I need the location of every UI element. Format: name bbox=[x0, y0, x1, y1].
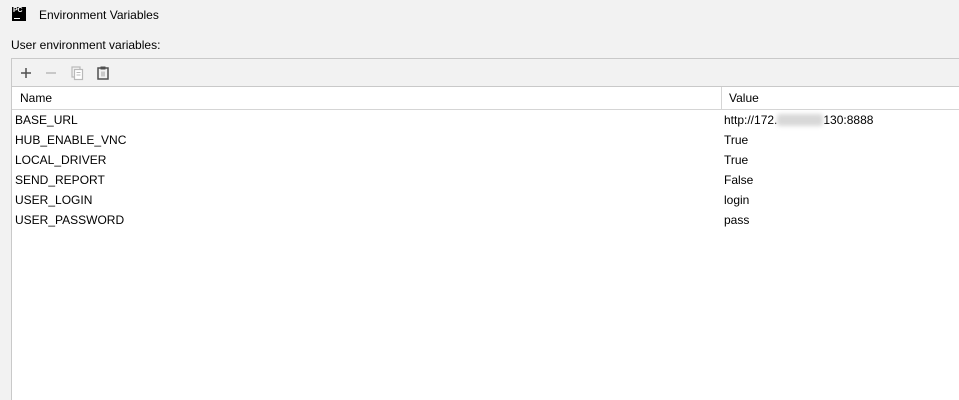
plus-icon bbox=[21, 68, 31, 78]
variable-name[interactable]: USER_LOGIN bbox=[15, 190, 92, 210]
variable-value[interactable]: True bbox=[724, 150, 748, 170]
variables-panel: Name Value BASE_URL http://172. 130:8888 … bbox=[11, 58, 959, 400]
pycharm-logo-icon: PC bbox=[12, 7, 26, 21]
variable-name[interactable]: BASE_URL bbox=[15, 110, 78, 130]
add-button[interactable] bbox=[16, 63, 36, 83]
environment-variables-dialog: PC Environment Variables User environmen… bbox=[0, 0, 959, 400]
table-row[interactable]: USER_PASSWORD pass bbox=[12, 210, 959, 230]
variables-table-body: BASE_URL http://172. 130:8888 HUB_ENABLE_… bbox=[12, 110, 959, 230]
paste-button[interactable] bbox=[93, 63, 113, 83]
section-label: User environment variables: bbox=[11, 38, 161, 52]
variable-name[interactable]: LOCAL_DRIVER bbox=[15, 150, 106, 170]
variable-value[interactable]: True bbox=[724, 130, 748, 150]
value-prefix: http://172. bbox=[724, 113, 778, 127]
table-row[interactable]: BASE_URL http://172. 130:8888 bbox=[12, 110, 959, 130]
copy-icon bbox=[71, 66, 84, 81]
minus-icon bbox=[46, 72, 56, 74]
value-suffix: 130:8888 bbox=[823, 113, 874, 127]
variable-name[interactable]: USER_PASSWORD bbox=[15, 210, 124, 230]
column-divider[interactable] bbox=[721, 87, 722, 109]
column-header-value[interactable]: Value bbox=[729, 87, 759, 109]
table-row[interactable]: LOCAL_DRIVER True bbox=[12, 150, 959, 170]
redacted-blur bbox=[777, 114, 824, 126]
variable-name[interactable]: SEND_REPORT bbox=[15, 170, 105, 190]
table-toolbar bbox=[12, 59, 959, 87]
clipboard-icon bbox=[97, 66, 109, 80]
variable-value[interactable]: http://172. 130:8888 bbox=[724, 110, 873, 130]
variable-name[interactable]: HUB_ENABLE_VNC bbox=[15, 130, 126, 150]
copy-button[interactable] bbox=[67, 63, 87, 83]
variable-value[interactable]: login bbox=[724, 190, 749, 210]
table-header: Name Value bbox=[12, 87, 959, 110]
title-bar: PC Environment Variables bbox=[0, 0, 959, 30]
variable-value[interactable]: False bbox=[724, 170, 753, 190]
variable-value[interactable]: pass bbox=[724, 210, 749, 230]
table-row[interactable]: SEND_REPORT False bbox=[12, 170, 959, 190]
table-row[interactable]: USER_LOGIN login bbox=[12, 190, 959, 210]
remove-button[interactable] bbox=[41, 63, 61, 83]
window-title: Environment Variables bbox=[39, 8, 159, 22]
table-row[interactable]: HUB_ENABLE_VNC True bbox=[12, 130, 959, 150]
column-header-name[interactable]: Name bbox=[20, 87, 52, 109]
